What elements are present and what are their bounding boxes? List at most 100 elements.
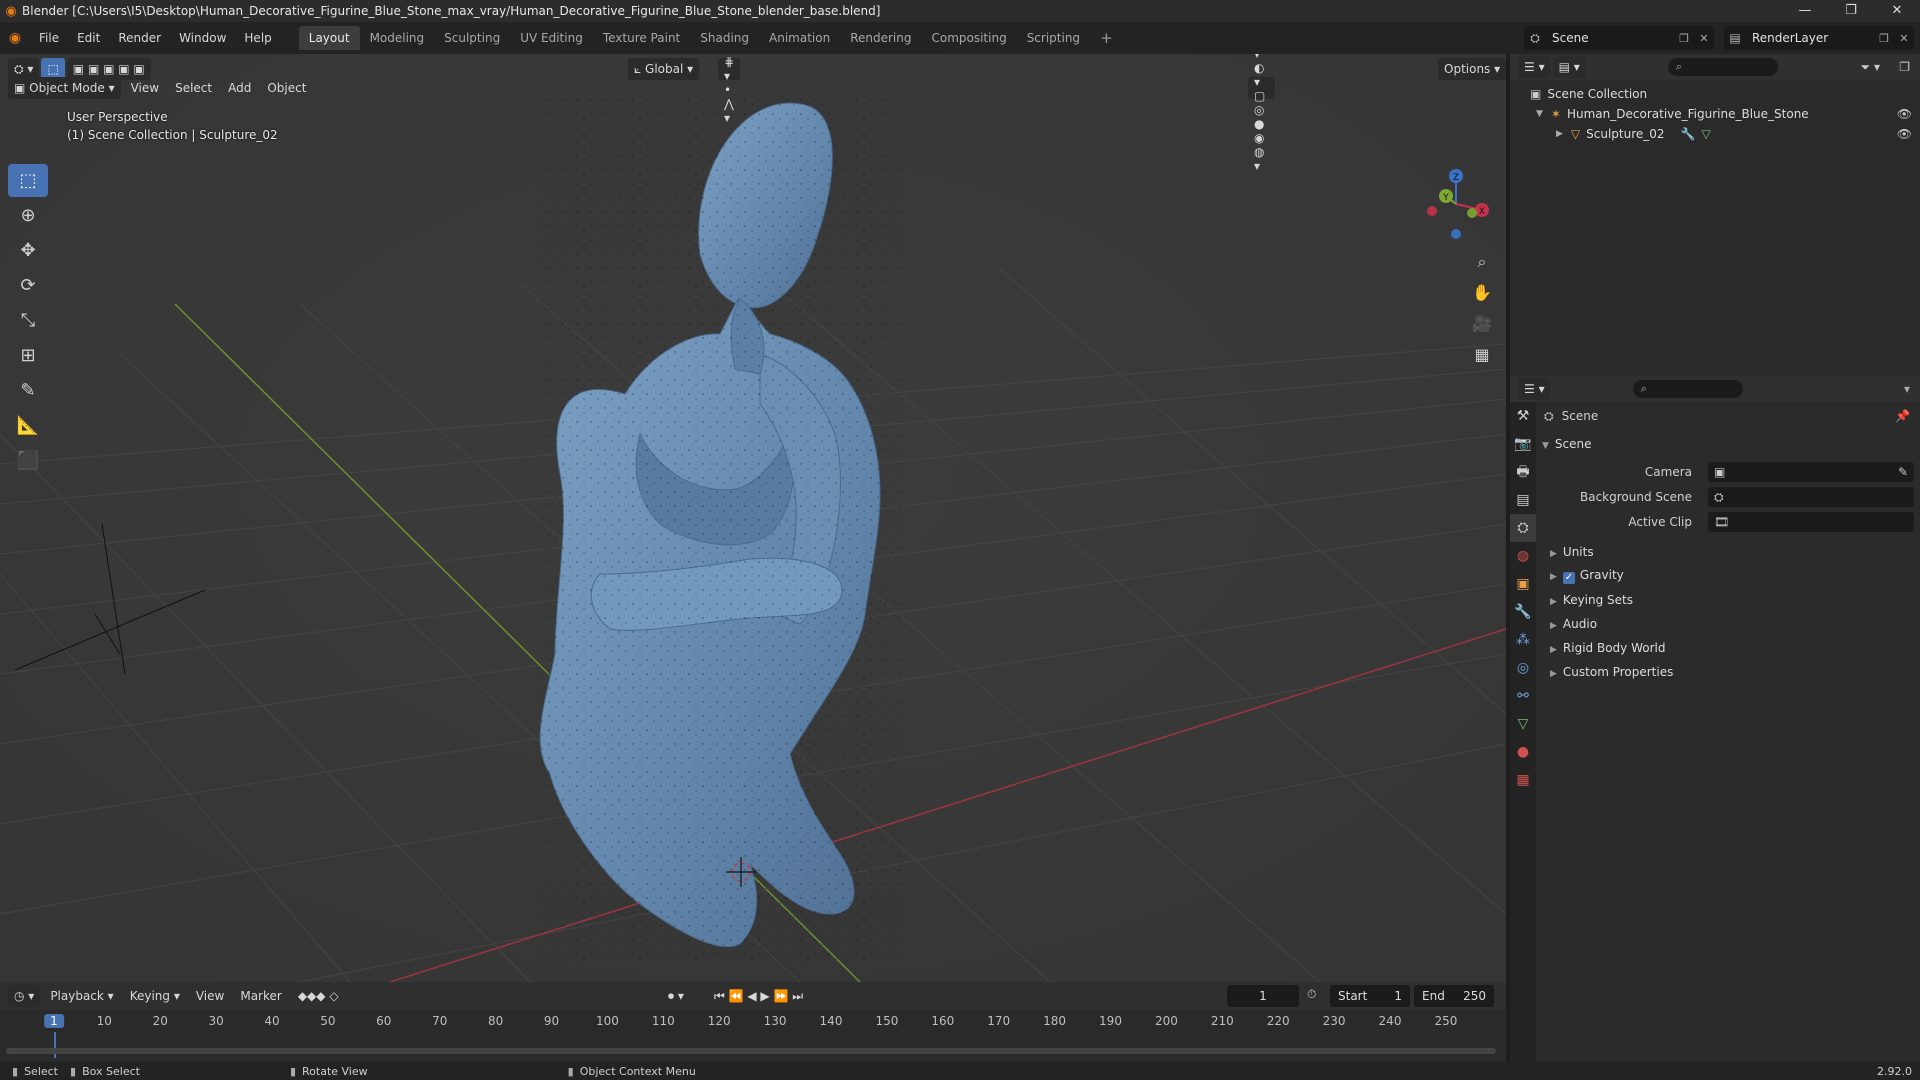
- ortho-grid-icon[interactable]: ▦: [1468, 341, 1496, 369]
- tab-texture-paint[interactable]: Texture Paint: [593, 26, 690, 50]
- render-tab-icon[interactable]: 📷: [1510, 430, 1536, 458]
- visibility-eye-icon[interactable]: 👁: [1897, 127, 1912, 141]
- tab-compositing[interactable]: Compositing: [921, 26, 1016, 50]
- 3d-viewport[interactable]: ⛭ ▾ ⬚ ▣ ▣ ▣ ▣ ▣ ⟀ Global ▾ ⊙ ▾ ⊡ ⋕ ▾ • ⋀…: [0, 54, 1506, 982]
- new-collection-icon[interactable]: ❐: [1899, 60, 1910, 74]
- output-tab-icon[interactable]: 🖶: [1510, 458, 1536, 486]
- viewport-menu-select[interactable]: Select: [167, 81, 220, 95]
- timeline-scrollbar[interactable]: [6, 1048, 1496, 1054]
- camera-field[interactable]: ▣ ✎: [1708, 462, 1914, 482]
- tab-rendering[interactable]: Rendering: [840, 26, 921, 50]
- tab-animation[interactable]: Animation: [759, 26, 840, 50]
- scale-tool-icon[interactable]: ⤡: [8, 304, 48, 337]
- maximize-button[interactable]: ❐: [1828, 0, 1874, 22]
- properties-editor-type-icon[interactable]: ☰ ▾: [1518, 378, 1551, 400]
- keyframe-buttons-icon[interactable]: ◆◆◆ ◇: [290, 989, 347, 1003]
- timeline-menu-keying[interactable]: Keying ▾: [122, 989, 188, 1003]
- outliner-row-sculpture[interactable]: ▶ ▽ Sculpture_02 🔧 ▽ 👁: [1510, 124, 1920, 144]
- tab-sculpting[interactable]: Sculpting: [434, 26, 510, 50]
- material-tab-icon[interactable]: ●: [1510, 738, 1536, 766]
- filter-icon[interactable]: ⏷ ▾: [1861, 60, 1880, 75]
- tab-uv-editing[interactable]: UV Editing: [510, 26, 593, 50]
- menu-window[interactable]: Window: [170, 22, 235, 54]
- audio-panel[interactable]: ▶ Audio: [1536, 612, 1920, 636]
- pivot-snap-buttons[interactable]: ⊙ ▾ ⊡ ⋕ ▾ • ⋀ ▾: [718, 54, 741, 125]
- viewport-menu-object[interactable]: Object: [259, 81, 314, 95]
- outliner-row-scene-collection[interactable]: ▣ Scene Collection: [1510, 84, 1920, 104]
- menu-render[interactable]: Render: [109, 22, 170, 54]
- units-panel[interactable]: ▶ Units: [1536, 540, 1920, 564]
- timeline-menu-playback[interactable]: Playback ▾: [42, 989, 121, 1003]
- tab-scripting[interactable]: Scripting: [1017, 26, 1090, 50]
- pin-icon[interactable]: 📌: [1895, 409, 1910, 423]
- tab-layout[interactable]: Layout: [298, 26, 360, 50]
- menu-edit[interactable]: Edit: [68, 22, 109, 54]
- scene-tab-icon[interactable]: ⛭: [1510, 514, 1536, 542]
- delete-scene-icon[interactable]: ✕: [1694, 32, 1714, 45]
- measure-tool-icon[interactable]: 📐: [8, 409, 48, 442]
- outliner-editor-type-icon[interactable]: ☰ ▾: [1518, 56, 1551, 78]
- data-tab-icon[interactable]: ▽: [1510, 710, 1536, 738]
- select-box-tool-icon[interactable]: ⬚: [8, 164, 48, 197]
- world-tab-icon[interactable]: ◍: [1510, 542, 1536, 570]
- physics-tab-icon[interactable]: ◎: [1510, 654, 1536, 682]
- close-button[interactable]: ✕: [1874, 0, 1920, 22]
- add-workspace-button[interactable]: +: [1090, 26, 1123, 50]
- outliner-row-figurine[interactable]: ▼ ✶ Human_Decorative_Figurine_Blue_Stone…: [1510, 104, 1920, 124]
- current-frame-field[interactable]: 1: [1227, 985, 1299, 1007]
- timeline-editor-type-icon[interactable]: ◷ ▾: [8, 985, 41, 1007]
- particles-tab-icon[interactable]: ⁂: [1510, 626, 1536, 654]
- scene-selector[interactable]: ⛭ Scene ❐ ✕: [1524, 26, 1714, 50]
- properties-search-input[interactable]: ⌕: [1632, 380, 1743, 398]
- rigid-body-world-panel[interactable]: ▶ Rigid Body World: [1536, 636, 1920, 660]
- keying-sets-panel[interactable]: ▶ Keying Sets: [1536, 588, 1920, 612]
- zoom-icon[interactable]: ⌕: [1468, 248, 1496, 276]
- transform-tool-icon[interactable]: ⊞: [8, 339, 48, 372]
- viewport-menu-view[interactable]: View: [123, 81, 167, 95]
- tab-shading[interactable]: Shading: [690, 26, 759, 50]
- modifier-tab-icon[interactable]: 🔧: [1510, 598, 1536, 626]
- minimize-button[interactable]: —: [1782, 0, 1828, 22]
- options-dropdown[interactable]: Options ▾: [1438, 58, 1506, 80]
- menu-help[interactable]: Help: [235, 22, 280, 54]
- timeline-menu-view[interactable]: View: [188, 989, 232, 1003]
- modifier-wrench-icon[interactable]: 🔧: [1681, 127, 1696, 141]
- new-renderlayer-icon[interactable]: ❐: [1874, 32, 1894, 45]
- viewport-menu-add[interactable]: Add: [220, 81, 259, 95]
- navigation-gizmo[interactable]: Z X Y: [1416, 164, 1496, 244]
- preview-range-icon[interactable]: ⏱: [1307, 987, 1316, 1002]
- display-mode-icon[interactable]: ▤ ▾: [1552, 56, 1586, 78]
- rotate-tool-icon[interactable]: ⟳: [8, 269, 48, 302]
- start-frame-field[interactable]: Start 1: [1330, 985, 1410, 1007]
- blender-menu-icon[interactable]: ◉: [0, 30, 30, 46]
- custom-properties-panel[interactable]: ▶ Custom Properties: [1536, 660, 1920, 684]
- menu-file[interactable]: File: [30, 22, 68, 54]
- gravity-panel[interactable]: ▶ ✓ Gravity: [1536, 564, 1920, 588]
- playhead-frame[interactable]: 1: [44, 1014, 64, 1028]
- renderlayer-selector[interactable]: ▤ RenderLayer ❐ ✕: [1724, 26, 1914, 50]
- annotate-tool-icon[interactable]: ✎: [8, 374, 48, 407]
- shading-buttons[interactable]: 👁 ▾ ⛶ ▾ ◐ ▾ ▢ ◎ ● ◉ ◍ ▾: [1248, 54, 1276, 173]
- new-scene-icon[interactable]: ❐: [1674, 32, 1694, 45]
- add-cube-tool-icon[interactable]: ⬛: [8, 444, 48, 477]
- move-tool-icon[interactable]: ✥: [8, 234, 48, 267]
- collapse-triangle-icon[interactable]: ▶: [1556, 129, 1563, 139]
- texture-tab-icon[interactable]: ▦: [1510, 766, 1536, 794]
- timeline-menu-marker[interactable]: Marker: [232, 989, 289, 1003]
- tool-tab-icon[interactable]: ⚒: [1510, 402, 1536, 430]
- object-tab-icon[interactable]: ▣: [1510, 570, 1536, 598]
- transform-orientation-dropdown[interactable]: ⟀ Global ▾: [628, 58, 700, 80]
- background-scene-field[interactable]: ⛭: [1708, 487, 1914, 507]
- camera-view-icon[interactable]: 🎥: [1468, 310, 1496, 338]
- end-frame-field[interactable]: End 250: [1414, 985, 1494, 1007]
- mesh-data-icon[interactable]: ▽: [1702, 127, 1711, 141]
- visibility-eye-icon[interactable]: 👁: [1897, 107, 1912, 121]
- mode-dropdown[interactable]: ▣ Object Mode ▾: [8, 77, 121, 99]
- active-clip-field[interactable]: 🎞: [1708, 512, 1914, 532]
- pan-hand-icon[interactable]: ✋: [1468, 279, 1496, 307]
- delete-renderlayer-icon[interactable]: ✕: [1894, 32, 1914, 45]
- playhead-line[interactable]: [54, 1032, 56, 1058]
- properties-options-icon[interactable]: ▾: [1904, 382, 1910, 396]
- constraints-tab-icon[interactable]: ⚯: [1510, 682, 1536, 710]
- outliner-search-input[interactable]: ⌕: [1667, 58, 1778, 76]
